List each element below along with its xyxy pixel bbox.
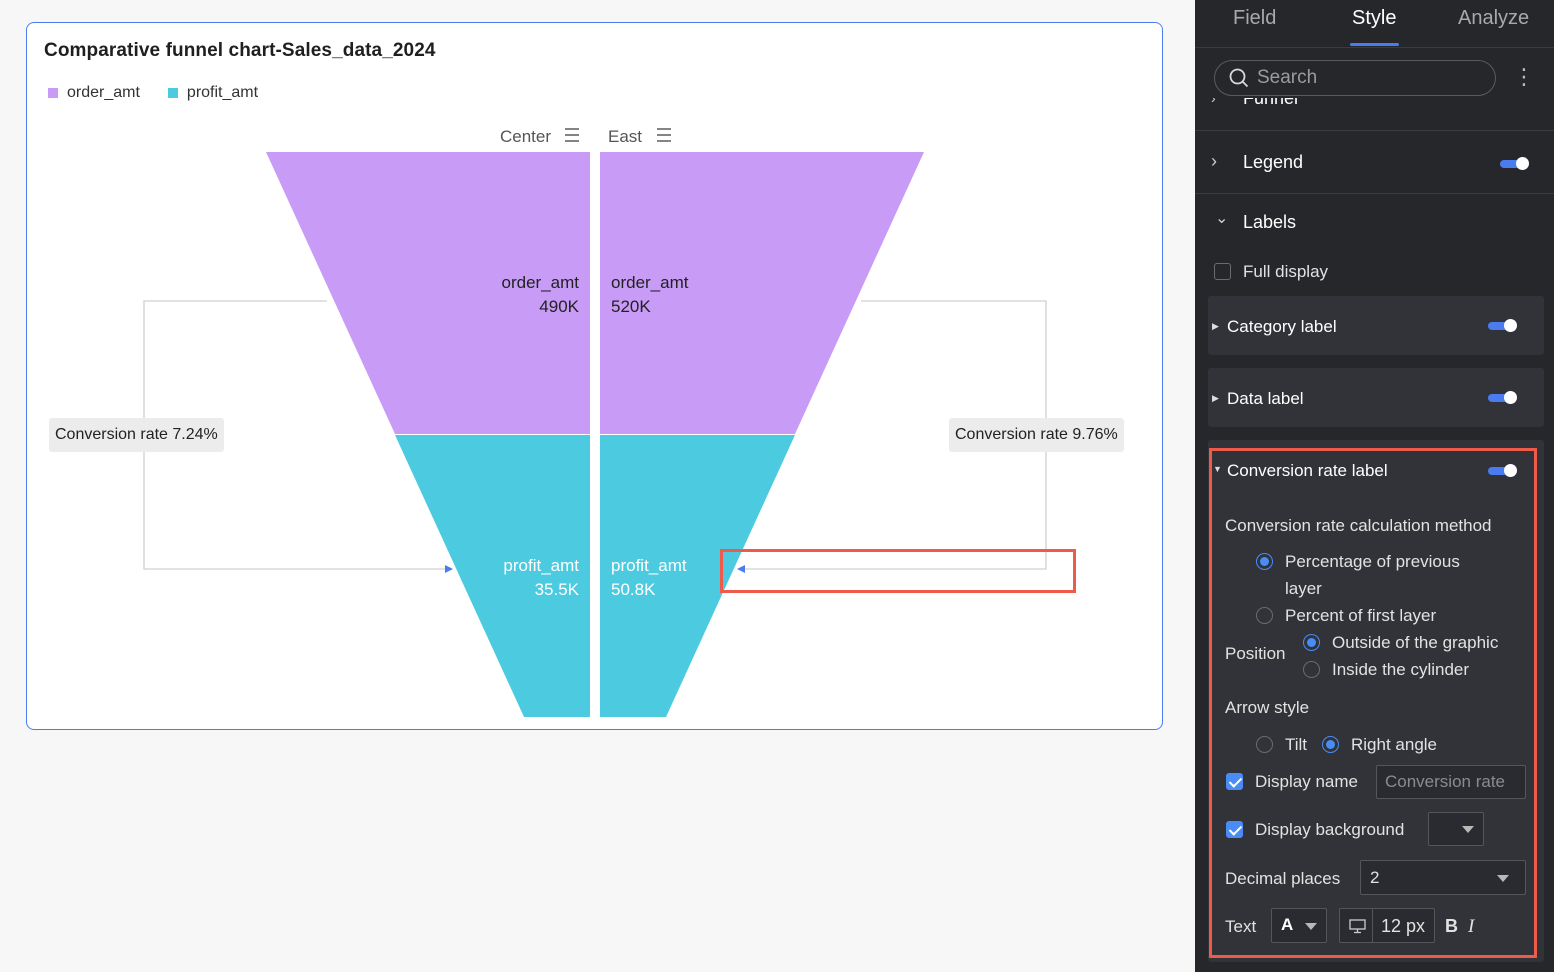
funnel-chart-svg: Center East order_amt 490K profit_amt 35.5K…	[143, 127, 1047, 717]
funnel-segment-east-order_amt[interactable]	[600, 152, 924, 434]
search-icon	[1229, 68, 1249, 88]
section-labels[interactable]: ⌄ Labels	[1195, 208, 1554, 234]
panel-tabs: Field Style Analyze	[1195, 0, 1554, 48]
chart-card[interactable]: Comparative funnel chart-Sales_data_2024…	[26, 22, 1163, 730]
arrow-head-left	[445, 565, 453, 573]
divider	[1195, 130, 1554, 131]
funnel-category-label: order_amt	[611, 273, 689, 292]
funnel-category-label: profit_amt	[611, 556, 687, 575]
category-label-title: Category label	[1227, 317, 1337, 336]
caret-right-icon: ▶	[1212, 321, 1219, 331]
funnel-data-label: 50.8K	[611, 580, 656, 599]
highlight-box-panel	[1209, 448, 1537, 958]
funnel-segment-center-profit_amt[interactable]	[395, 435, 590, 717]
data-label-title: Data label	[1227, 389, 1304, 408]
section-funnel-partial[interactable]: › Funnel	[1195, 98, 1554, 112]
section-title-labels: Labels	[1243, 212, 1297, 232]
funnel-data-label: 35.5K	[535, 580, 580, 599]
full-display-label: Full display	[1243, 262, 1329, 281]
tab-field[interactable]: Field	[1233, 7, 1276, 30]
group-header-center: Center	[500, 127, 551, 146]
funnel-data-label: 520K	[611, 297, 651, 316]
chevron-down-icon: ⌄	[1215, 210, 1229, 227]
divider	[1195, 193, 1554, 194]
group-header-east: East	[608, 127, 642, 146]
data-label-toggle[interactable]	[1488, 391, 1517, 404]
tab-analyze[interactable]: Analyze	[1458, 7, 1529, 30]
chevron-right-icon: ›	[1211, 151, 1217, 171]
conversion-rate-label-center: Conversion rate 7.24%	[49, 418, 224, 452]
funnel-category-label: profit_amt	[503, 556, 579, 575]
full-display-checkbox[interactable]	[1214, 263, 1231, 280]
data-label-card[interactable]: ▶ Data label	[1208, 368, 1544, 427]
category-label-card[interactable]: ▶ Category label	[1208, 296, 1544, 355]
search-box[interactable]	[1214, 60, 1496, 96]
active-tab-indicator	[1350, 43, 1399, 46]
highlight-box-arrow	[720, 549, 1076, 593]
funnel-segment-center-order_amt[interactable]	[266, 152, 590, 434]
section-title-funnel: Funnel	[1243, 98, 1299, 108]
legend-toggle[interactable]	[1500, 157, 1529, 170]
section-title-legend: Legend	[1243, 152, 1304, 172]
category-label-toggle[interactable]	[1488, 319, 1517, 332]
caret-right-icon: ▶	[1212, 393, 1219, 403]
funnel-data-label: 490K	[539, 297, 579, 316]
conversion-rate-label-east: Conversion rate 9.76%	[949, 418, 1124, 452]
search-input[interactable]	[1257, 67, 1477, 89]
menu-icon[interactable]	[565, 128, 579, 142]
more-options-icon[interactable]: ⋮	[1513, 66, 1535, 88]
funnel-category-label: order_amt	[502, 273, 580, 292]
tab-style[interactable]: Style	[1352, 7, 1396, 30]
funnel-marks: order_amt 490K profit_amt 35.5K order_amt 520…	[266, 152, 924, 717]
chevron-right-icon: ›	[1211, 98, 1216, 106]
menu-icon[interactable]	[657, 128, 671, 142]
